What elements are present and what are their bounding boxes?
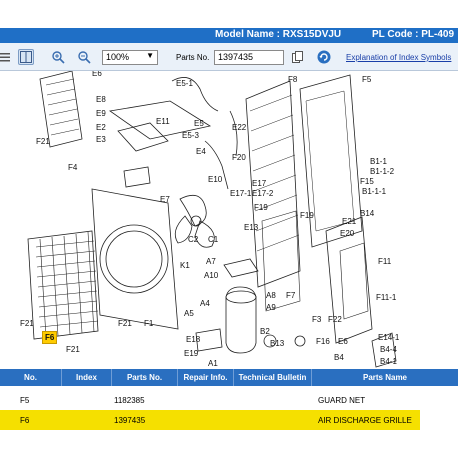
diagram-label[interactable]: E17-1 xyxy=(230,189,251,198)
zoom-value: 100% xyxy=(106,52,130,62)
diagram-label[interactable]: E3 xyxy=(96,135,106,144)
diagram-label[interactable]: B1-1 xyxy=(370,157,387,166)
table-row[interactable]: F5 1182385 GUARD NET xyxy=(0,390,458,410)
cell-no: F5 xyxy=(20,395,30,405)
diagram-label[interactable]: C2 xyxy=(188,235,198,244)
copy-icon[interactable] xyxy=(290,49,306,65)
diagram-label[interactable]: F21 xyxy=(118,319,132,328)
diagram-label[interactable]: E21 xyxy=(342,217,356,226)
diagram-label[interactable]: B4 xyxy=(334,353,344,362)
diagram-label[interactable]: B4-4 xyxy=(380,345,397,354)
explanation-link[interactable]: Explanation of Index Symbols xyxy=(346,53,451,62)
diagram-label[interactable]: E19 xyxy=(184,349,198,358)
cell-parts-name: GUARD NET xyxy=(318,395,366,405)
header-bar: Model Name : RXS15DVJU PL Code : PL-409 xyxy=(0,28,458,43)
refresh-icon[interactable] xyxy=(316,49,332,65)
diagram-label[interactable]: E6 xyxy=(92,71,102,78)
diagram-label[interactable]: F19 xyxy=(254,203,268,212)
diagram-label[interactable]: E18 xyxy=(186,335,200,344)
diagram-label[interactable]: F21 xyxy=(36,137,50,146)
cell-parts-no: 1397435 xyxy=(114,415,146,425)
model-name: Model Name : RXS15DVJU xyxy=(215,29,342,40)
diagram-label[interactable]: K1 xyxy=(180,261,190,270)
diagram-label[interactable]: A10 xyxy=(204,271,218,280)
table-empty-area xyxy=(0,430,458,458)
diagram-label[interactable]: F5 xyxy=(362,75,371,84)
diagram-label[interactable]: F15 xyxy=(360,177,374,186)
diagram-label[interactable]: E14-1 xyxy=(378,333,399,342)
diagram-label[interactable]: F11 xyxy=(378,257,391,266)
diagram-label[interactable]: F8 xyxy=(288,75,297,84)
diagram-label[interactable]: A1 xyxy=(208,359,218,368)
list-view-icon[interactable] xyxy=(0,49,12,65)
parts-table-header: No. Index Parts No. Repair Info. Technic… xyxy=(0,369,458,386)
diagram-label[interactable]: F1 xyxy=(144,319,153,328)
diagram-label[interactable]: B1-1-2 xyxy=(370,167,394,176)
column-header-index[interactable]: Index xyxy=(62,369,112,386)
exploded-parts-diagram: E6 E8 E9 E2 E3 E5-1 E5 E11 E5-3 E22 E4 F… xyxy=(0,71,458,369)
column-header-parts-no[interactable]: Parts No. xyxy=(112,369,178,386)
cell-parts-no: 1182385 xyxy=(114,395,145,405)
parts-no-input[interactable]: 1397435 xyxy=(214,50,284,65)
diagram-label[interactable]: E5-3 xyxy=(182,131,199,140)
zoom-out-icon[interactable] xyxy=(76,49,92,65)
diagram-label[interactable]: F4 xyxy=(68,163,77,172)
diagram-label[interactable]: E9 xyxy=(96,109,106,118)
table-row-selected[interactable]: F6 1397435 AIR DISCHARGE GRILLE xyxy=(0,410,458,430)
diagram-label[interactable]: B1-1-1 xyxy=(362,187,386,196)
parts-no-label: Parts No. xyxy=(176,53,210,62)
diagram-label[interactable]: F19 xyxy=(300,211,314,220)
diagram-label[interactable]: F16 xyxy=(316,337,330,346)
selected-part-label[interactable]: F6 xyxy=(42,331,58,344)
diagram-label[interactable]: E17 xyxy=(252,179,266,188)
cell-no: F6 xyxy=(20,415,30,425)
diagram-label[interactable]: F22 xyxy=(328,315,342,324)
diagram-label[interactable]: F21 xyxy=(66,345,80,354)
toolbar: 100% ▼ Parts No. 1397435 Explanation of … xyxy=(0,43,458,71)
diagram-label[interactable]: A4 xyxy=(200,299,210,308)
cell-parts-name: AIR DISCHARGE GRILLE xyxy=(318,415,412,425)
diagram-label[interactable]: F21 xyxy=(20,319,34,328)
diagram-label[interactable]: F7 xyxy=(286,291,295,300)
diagram-label[interactable]: F3 xyxy=(312,315,321,324)
diagram-label[interactable]: E10 xyxy=(208,175,222,184)
diagram-label[interactable]: F20 xyxy=(232,153,246,162)
pl-code: PL Code : PL-409 xyxy=(372,29,455,40)
diagram-label[interactable]: C1 xyxy=(208,235,218,244)
chevron-down-icon: ▼ xyxy=(146,51,154,60)
diagram-label[interactable]: E13 xyxy=(244,223,258,232)
diagram-label[interactable]: E22 xyxy=(232,123,246,132)
diagram-label[interactable]: A7 xyxy=(206,257,216,266)
diagram-label[interactable]: E2 xyxy=(96,123,106,132)
diagram-label[interactable]: E7 xyxy=(160,195,170,204)
diagram-label[interactable]: A9 xyxy=(266,303,276,312)
diagram-label[interactable]: E11 xyxy=(156,117,170,126)
column-header-repair-info[interactable]: Repair Info. xyxy=(178,369,234,386)
zoom-in-icon[interactable] xyxy=(50,49,66,65)
diagram-label[interactable]: B13 xyxy=(270,339,284,348)
column-header-technical-bulletin[interactable]: Technical Bulletin xyxy=(234,369,312,386)
diagram-label[interactable]: E5 xyxy=(194,119,204,128)
row-tail xyxy=(420,410,458,430)
diagram-label[interactable]: E4 xyxy=(196,147,206,156)
diagram-label[interactable]: E5-1 xyxy=(176,79,193,88)
diagram-label[interactable]: E20 xyxy=(340,229,354,238)
diagram-label[interactable]: F11-1 xyxy=(376,293,396,302)
diagram-label[interactable]: A5 xyxy=(184,309,194,318)
diagram-label[interactable]: B14 xyxy=(360,209,374,218)
diagram-label[interactable]: E8 xyxy=(96,95,106,104)
split-view-icon[interactable] xyxy=(18,49,34,65)
diagram-label[interactable]: E17-2 xyxy=(252,189,273,198)
diagram-label[interactable]: B2 xyxy=(260,327,270,336)
diagram-label[interactable]: A8 xyxy=(266,291,276,300)
diagram-label[interactable]: E6 xyxy=(338,337,348,346)
column-header-no[interactable]: No. xyxy=(0,369,62,386)
diagram-label[interactable]: B4-1 xyxy=(380,357,397,366)
diagram-drawing xyxy=(27,71,397,368)
zoom-select[interactable]: 100% ▼ xyxy=(102,50,158,65)
column-header-parts-name[interactable]: Parts Name xyxy=(312,369,458,386)
